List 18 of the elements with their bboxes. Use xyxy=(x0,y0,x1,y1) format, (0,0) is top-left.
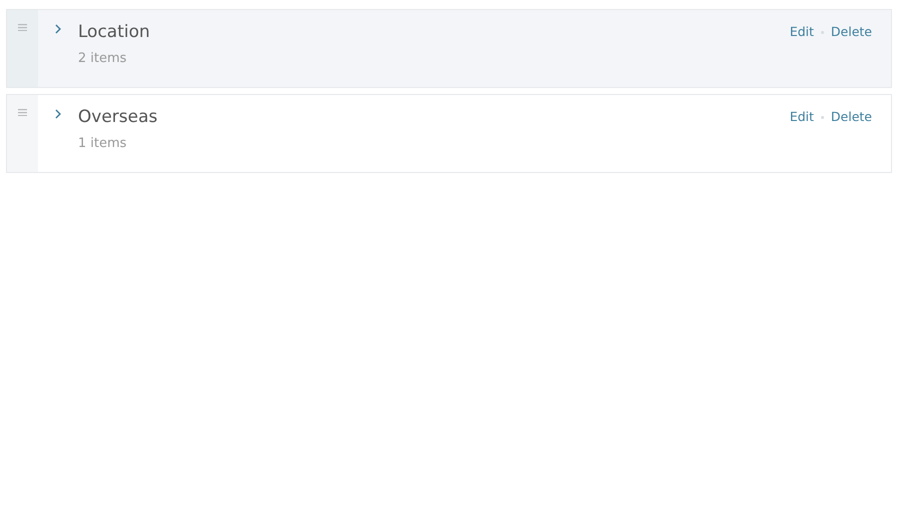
group-row[interactable]: Location 2 items Edit Delete xyxy=(6,9,892,88)
action-link[interactable]: Edit xyxy=(790,23,814,41)
chevron-icon xyxy=(55,109,61,119)
drag-handle-icon xyxy=(18,24,27,31)
chevron-icon xyxy=(55,24,61,34)
group-title: Overseas xyxy=(78,106,158,129)
item-count: 2 items xyxy=(78,50,127,68)
group-row[interactable]: Overseas 1 items Edit Delete xyxy=(6,94,892,173)
drag-handle[interactable] xyxy=(7,10,38,87)
action-link[interactable]: Delete xyxy=(830,108,872,126)
expand-toggle[interactable] xyxy=(53,24,63,34)
item-count: 1 items xyxy=(78,135,127,153)
drag-handle[interactable] xyxy=(7,95,38,172)
group-title: Location xyxy=(78,21,150,44)
expand-toggle[interactable] xyxy=(53,109,63,119)
action-link[interactable]: Delete xyxy=(830,23,872,41)
drag-handle-icon xyxy=(18,109,27,116)
action-link[interactable]: Edit xyxy=(790,108,814,126)
